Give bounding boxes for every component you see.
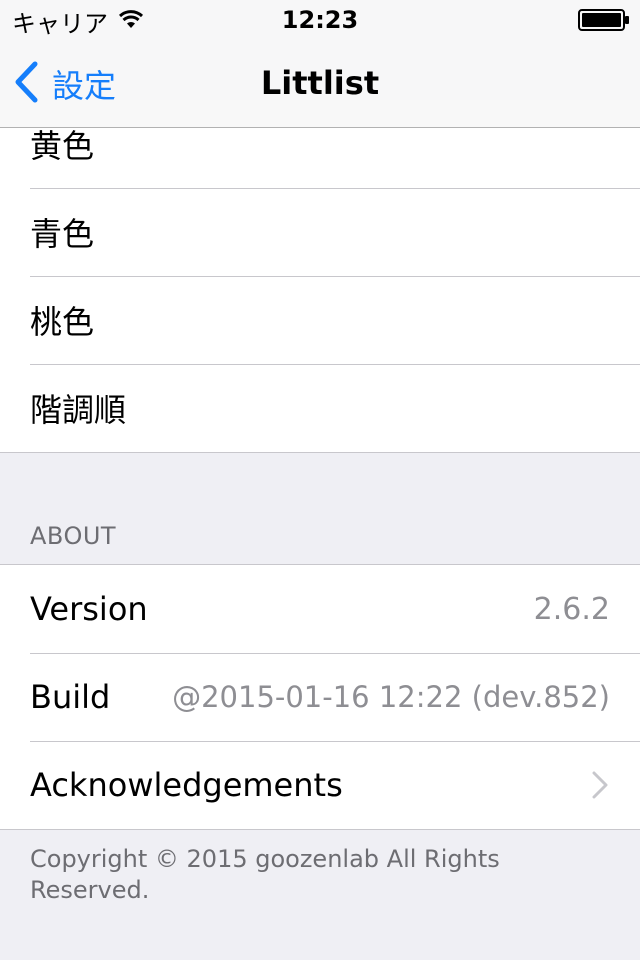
build-label: Build xyxy=(30,678,111,716)
list-item-label: 桃色 xyxy=(30,303,95,341)
list-item-label: 階調順 xyxy=(30,391,127,429)
acknowledgements-row[interactable]: Acknowledgements xyxy=(0,741,640,829)
about-group: Version 2.6.2 Build @2015-01-16 12:22 (d… xyxy=(0,564,640,830)
chevron-right-icon xyxy=(590,770,610,800)
list-item-pink[interactable]: 桃色 xyxy=(0,276,640,364)
list-item-label: 青色 xyxy=(30,215,95,253)
version-value: 2.6.2 xyxy=(533,591,610,627)
build-row: Build @2015-01-16 12:22 (dev.852) xyxy=(0,653,640,741)
version-row: Version 2.6.2 xyxy=(0,565,640,653)
navigation-bar: 設定 Littlist xyxy=(0,40,640,128)
battery-icon xyxy=(578,9,630,35)
acknowledgements-label: Acknowledgements xyxy=(30,766,343,804)
status-time: 12:23 xyxy=(281,6,359,34)
list-item-blue[interactable]: 青色 xyxy=(0,188,640,276)
version-label: Version xyxy=(30,590,148,628)
copyright-footer: Copyright © 2015 goozenlab All Rights Re… xyxy=(30,845,500,904)
settings-scroll-view[interactable]: 黄色 青色 桃色 階調順 ABOUT Version 2.6.2 Build @… xyxy=(0,0,640,960)
page-title: Littlist xyxy=(260,64,380,102)
build-value: @2015-01-16 12:22 (dev.852) xyxy=(172,680,610,714)
color-options-group: 黄色 青色 桃色 階調順 xyxy=(0,100,640,453)
about-section-header: ABOUT xyxy=(30,522,117,550)
list-item-gradation-order[interactable]: 階調順 xyxy=(0,364,640,452)
status-bar: キャリア 12:23 xyxy=(0,0,640,40)
